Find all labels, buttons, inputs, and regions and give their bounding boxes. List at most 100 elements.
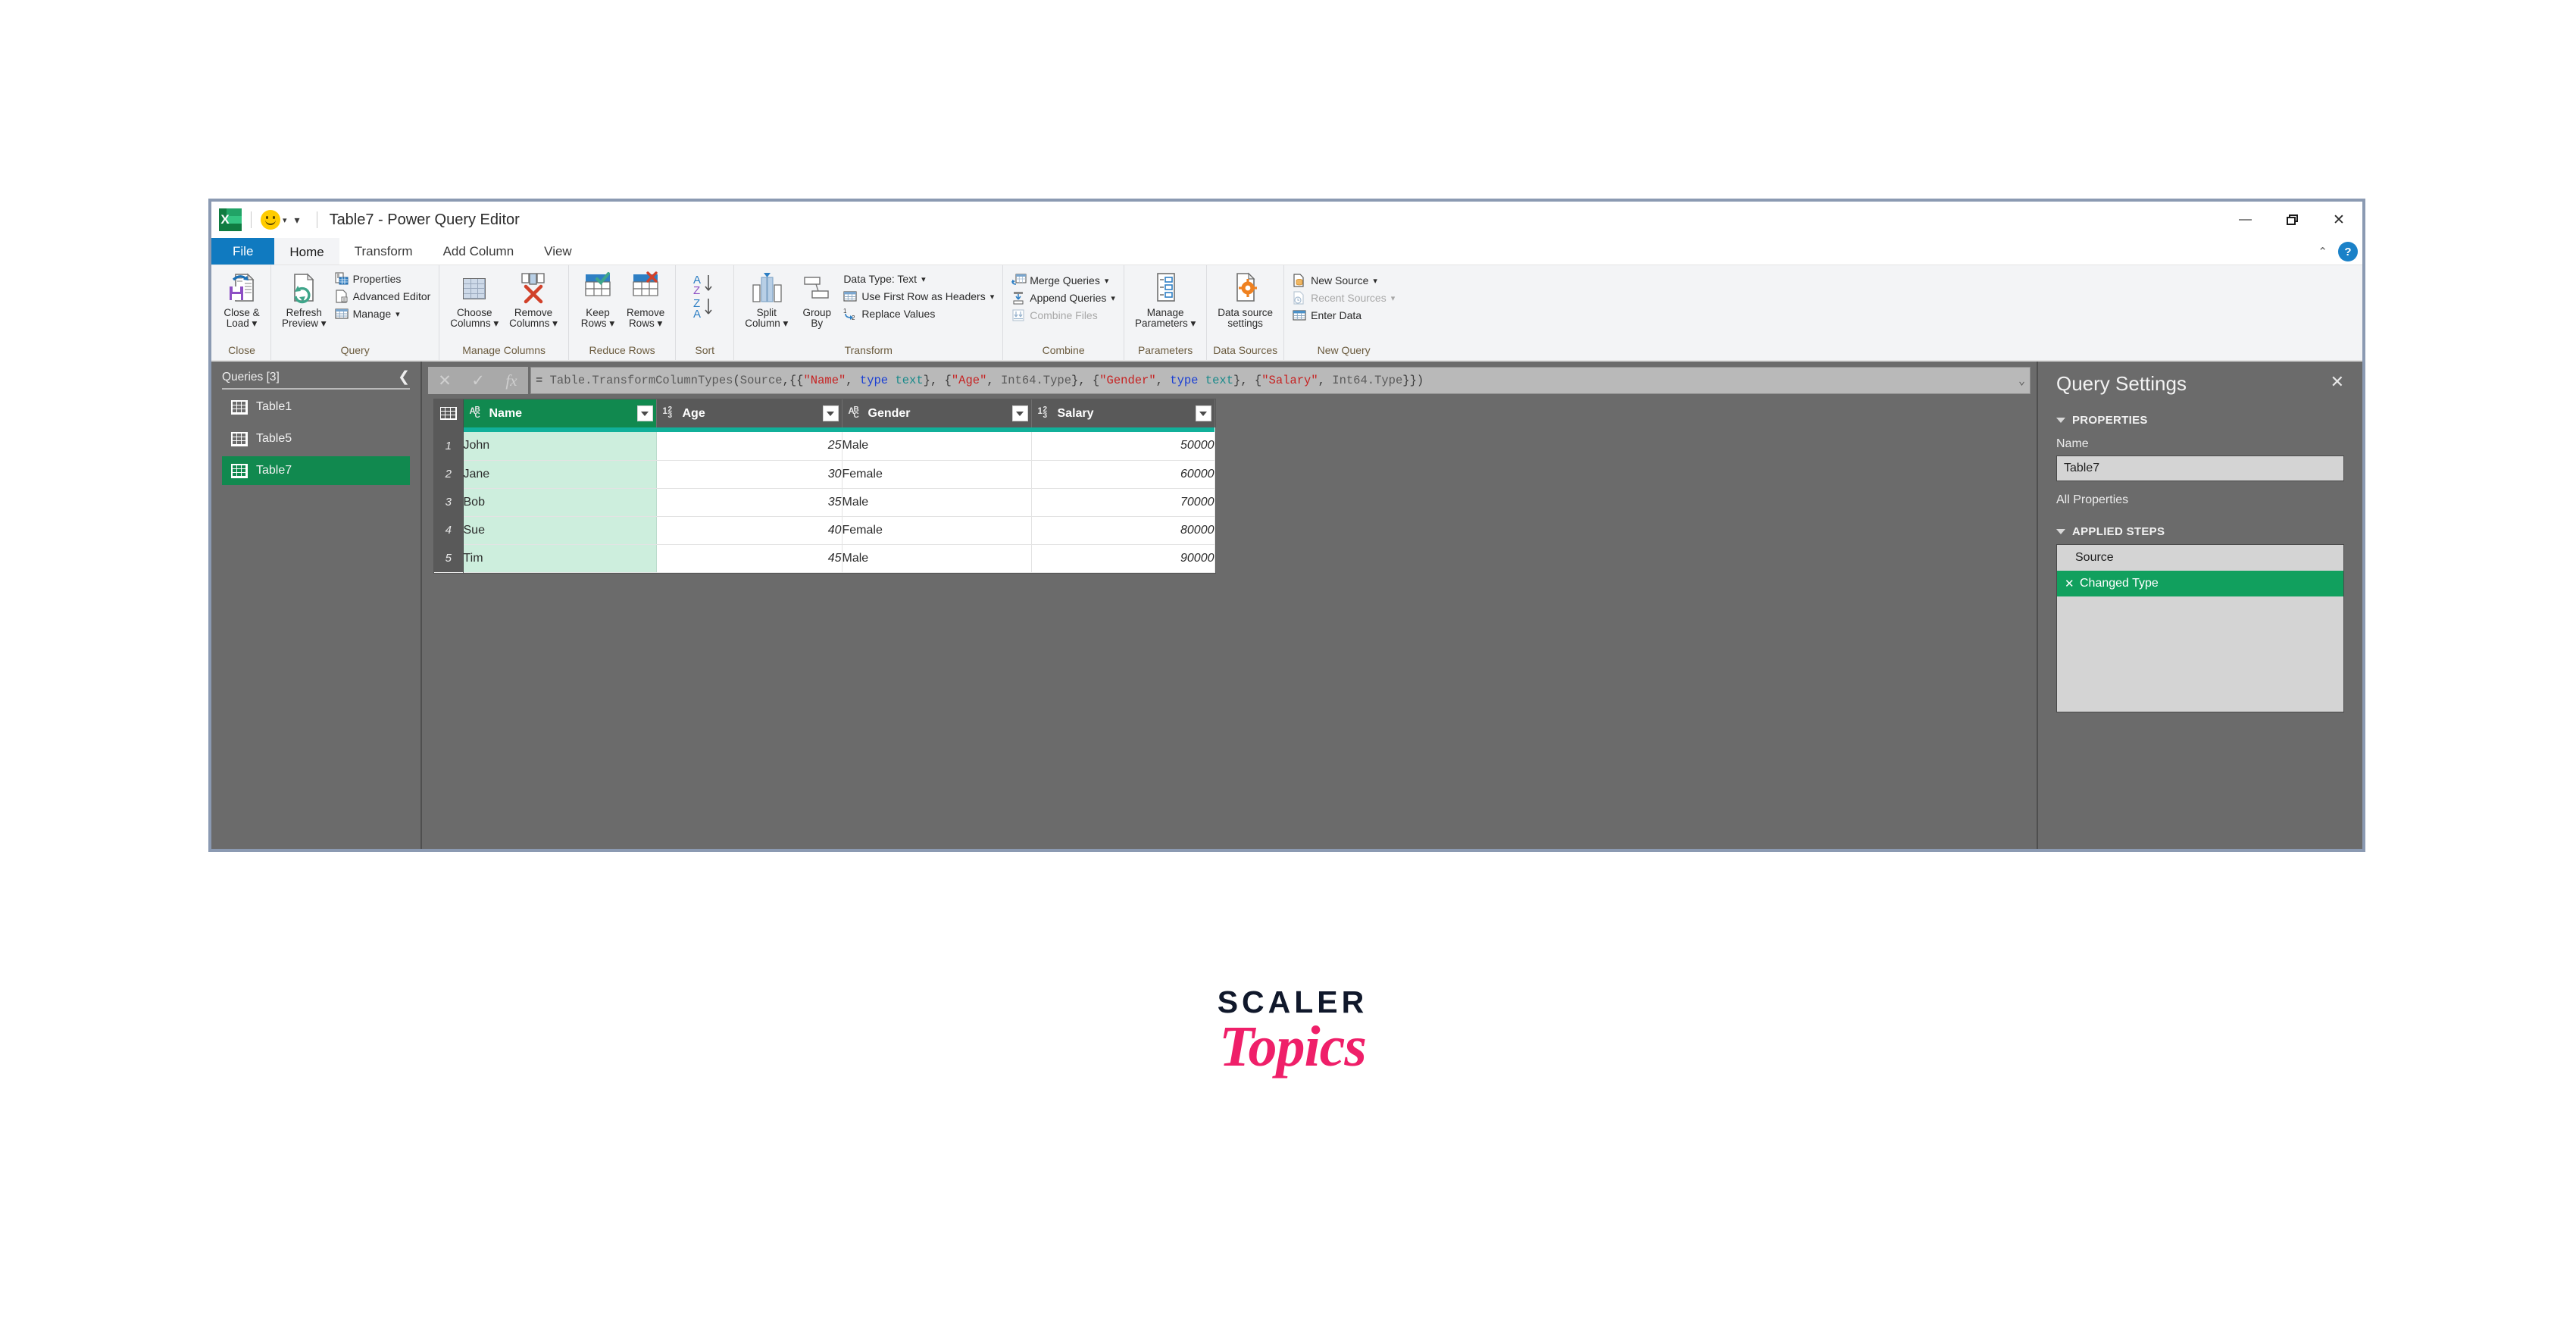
fx-icon[interactable]: fx [495, 367, 528, 394]
new-source-button[interactable]: New Source ▾ [1290, 273, 1397, 288]
caret-down-icon[interactable]: ▾ [395, 309, 400, 319]
table-cell-salary[interactable]: 50000 [1031, 432, 1215, 461]
table-row[interactable]: 5 Tim 45 Male 90000 [434, 544, 1215, 573]
column-filter-button[interactable] [636, 405, 653, 421]
use-first-row-headers-button[interactable]: Use First Row as Headers ▾ [841, 289, 996, 304]
caret-down-icon[interactable]: ▾ [657, 318, 662, 329]
group-by-button[interactable]: Group By [794, 270, 839, 330]
table-cell-salary[interactable]: 80000 [1031, 516, 1215, 545]
collapse-ribbon-icon[interactable]: ⌃ [2318, 245, 2327, 258]
remove-rows-button[interactable]: Remove Rows ▾ [622, 270, 669, 330]
caret-down-icon[interactable]: ▾ [552, 318, 558, 329]
column-filter-button[interactable] [1195, 405, 1211, 421]
table-cell-age[interactable]: 45 [656, 544, 843, 573]
properties-section-header[interactable]: PROPERTIES [2056, 414, 2344, 427]
tab-add-column[interactable]: Add Column [428, 238, 530, 265]
table-row[interactable]: 4 Sue 40 Female 80000 [434, 516, 1215, 545]
row-number[interactable]: 5 [434, 544, 464, 572]
refresh-preview-button[interactable]: Refresh Preview ▾ [277, 270, 331, 330]
data-type-button[interactable]: Data Type: Text ▾ [841, 271, 996, 286]
table-cell-age[interactable]: 40 [656, 516, 843, 545]
cancel-icon[interactable]: ✕ [428, 367, 461, 394]
query-item-table5[interactable]: Table5 [222, 424, 410, 453]
tab-view[interactable]: View [529, 238, 587, 265]
table-cell-salary[interactable]: 60000 [1031, 460, 1215, 489]
sort-buttons[interactable]: A Z Z A [682, 270, 727, 323]
table-cell-age[interactable]: 25 [656, 432, 843, 461]
replace-values-button[interactable]: 1 2 Replace Values [841, 306, 996, 321]
caret-down-icon[interactable]: ▾ [493, 318, 499, 329]
row-number[interactable]: 3 [434, 488, 464, 516]
formula-input[interactable]: = Table.TransformColumnTypes(Source,{{"N… [530, 367, 2030, 394]
chevron-down-icon[interactable]: ⌄ [2012, 374, 2025, 388]
enter-data-button[interactable]: Enter Data [1290, 308, 1397, 323]
caret-down-icon[interactable]: ▾ [1191, 318, 1196, 329]
table-cell-name[interactable]: Bob [463, 488, 657, 517]
keep-rows-button[interactable]: Keep Rows ▾ [575, 270, 621, 330]
row-number[interactable]: 1 [434, 432, 464, 460]
table-cell-age[interactable]: 30 [656, 460, 843, 489]
manage-parameters-button[interactable]: Manage Parameters ▾ [1130, 270, 1200, 330]
table-cell-salary[interactable]: 90000 [1031, 544, 1215, 573]
remove-columns-button[interactable]: Remove Columns ▾ [505, 270, 562, 330]
row-number[interactable]: 4 [434, 516, 464, 544]
table-cell-name[interactable]: John [463, 432, 657, 461]
table-row[interactable]: 3 Bob 35 Male 70000 [434, 488, 1215, 517]
column-header-salary[interactable]: 123 Salary [1031, 399, 1215, 427]
caret-down-icon[interactable]: ▾ [1111, 293, 1115, 303]
restore-button[interactable] [2268, 202, 2315, 238]
append-queries-button[interactable]: Append Queries ▾ [1009, 290, 1118, 305]
manage-button[interactable]: Manage ▾ [333, 306, 433, 321]
table-cell-salary[interactable]: 70000 [1031, 488, 1215, 517]
properties-button[interactable]: Properties [333, 271, 433, 286]
table-cell-gender[interactable]: Male [842, 544, 1032, 573]
caret-down-icon[interactable]: ▾ [609, 318, 614, 329]
caret-down-icon[interactable]: ▾ [252, 318, 258, 329]
split-column-button[interactable]: Split Column ▾ [740, 270, 792, 330]
caret-down-icon[interactable]: ▾ [1391, 293, 1396, 303]
row-number[interactable]: 2 [434, 460, 464, 488]
merge-queries-button[interactable]: Merge Queries ▾ [1009, 273, 1118, 288]
smile-dropdown-icon[interactable]: ▾ [283, 215, 287, 225]
tab-file[interactable]: File [211, 238, 275, 265]
column-filter-button[interactable] [1011, 405, 1028, 421]
table-row[interactable]: 1 John 25 Male 50000 [434, 432, 1215, 461]
applied-step-source[interactable]: Source [2057, 545, 2343, 571]
all-properties-link[interactable]: All Properties [2056, 493, 2344, 507]
caret-down-icon[interactable]: ▾ [783, 318, 789, 329]
table-cell-age[interactable]: 35 [656, 488, 843, 517]
caret-down-icon[interactable]: ▾ [321, 318, 327, 329]
caret-down-icon[interactable]: ▾ [1105, 276, 1109, 286]
chevron-left-icon[interactable]: ❮ [398, 370, 410, 384]
query-item-table7[interactable]: Table7 [222, 456, 410, 485]
choose-columns-button[interactable]: Choose Columns ▾ [445, 270, 503, 330]
help-icon[interactable]: ? [2338, 242, 2358, 261]
select-all-icon[interactable] [434, 399, 464, 427]
table-cell-name[interactable]: Tim [463, 544, 657, 573]
close-button[interactable]: ✕ [2315, 202, 2362, 238]
table-cell-gender[interactable]: Male [842, 488, 1032, 517]
column-header-name[interactable]: ABC Name [463, 399, 657, 427]
checkmark-icon[interactable]: ✓ [461, 367, 495, 394]
table-cell-gender[interactable]: Female [842, 460, 1032, 489]
table-cell-name[interactable]: Sue [463, 516, 657, 545]
name-input[interactable]: Table7 [2056, 456, 2344, 481]
tab-transform[interactable]: Transform [339, 238, 428, 265]
data-source-settings-button[interactable]: Data source settings [1213, 270, 1277, 330]
combine-files-button[interactable]: Combine Files [1009, 308, 1118, 323]
advanced-editor-button[interactable]: Advanced Editor [333, 289, 433, 304]
column-filter-button[interactable] [822, 405, 839, 421]
caret-down-icon[interactable]: ▾ [990, 292, 995, 302]
close-icon[interactable]: ✕ [2331, 372, 2344, 392]
qat-customize-icon[interactable]: ▾ [295, 214, 300, 227]
tab-home[interactable]: Home [274, 238, 339, 265]
caret-down-icon[interactable]: ▾ [921, 274, 926, 284]
table-cell-gender[interactable]: Male [842, 432, 1032, 461]
minimize-button[interactable] [2221, 202, 2268, 238]
close-and-load-button[interactable]: Close & Load ▾ [219, 270, 264, 330]
applied-steps-section-header[interactable]: APPLIED STEPS [2056, 525, 2344, 538]
sort-az-za-icon[interactable]: A Z Z A [692, 271, 717, 321]
table-cell-gender[interactable]: Female [842, 516, 1032, 545]
table-cell-name[interactable]: Jane [463, 460, 657, 489]
caret-down-icon[interactable]: ▾ [1373, 276, 1377, 286]
